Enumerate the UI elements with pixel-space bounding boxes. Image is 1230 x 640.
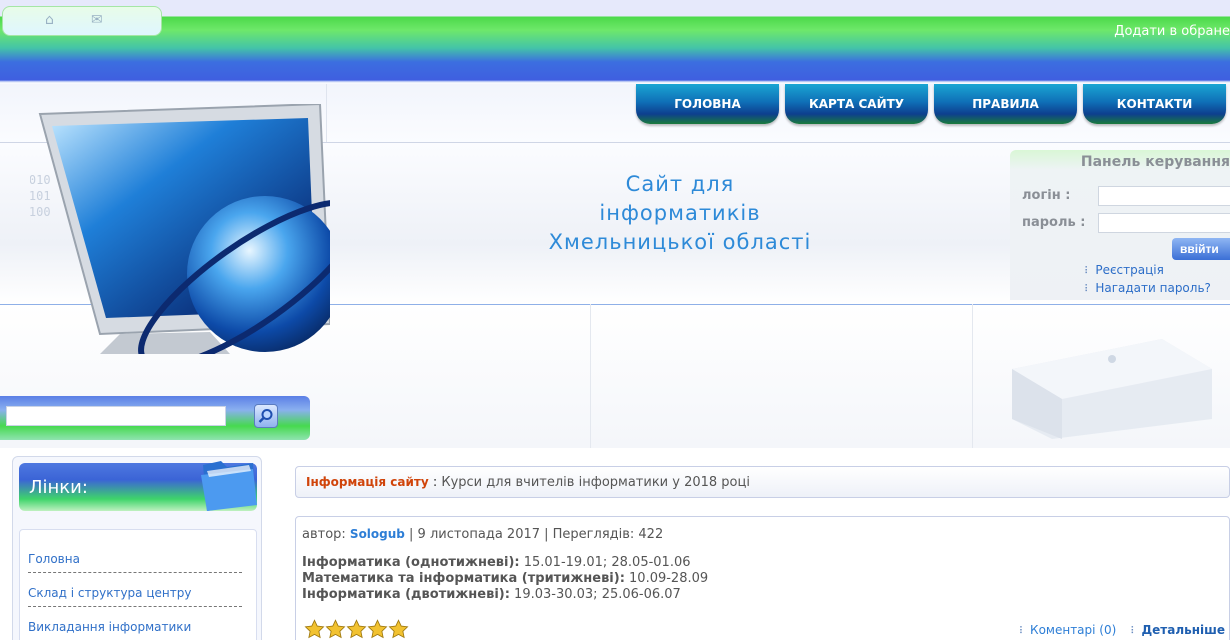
category-link[interactable]: Інформація сайту xyxy=(306,475,429,489)
post-date-views: | 9 листопада 2017 | Переглядів: 422 xyxy=(404,527,664,542)
news-post: автор: Sologub | 9 листопада 2017 | Пере… xyxy=(295,516,1230,640)
monitor-globe-illustration: 0101010 0010101 1010100 xyxy=(30,104,330,354)
post-line-label: Інформатика (однотижневі): xyxy=(302,555,520,570)
login-input[interactable] xyxy=(1098,186,1230,206)
star-icon[interactable] xyxy=(325,619,346,640)
site-title-line: інформатиків xyxy=(599,201,761,225)
sidebar-links-box: Головна Склад і структура центру Виклада… xyxy=(19,529,257,640)
svg-text:0101010: 0101010 xyxy=(30,173,51,187)
site-title-line: Сайт для xyxy=(625,172,735,196)
svg-text:0010101: 0010101 xyxy=(30,189,51,203)
banner-divider xyxy=(590,304,591,448)
sidebar-item-structure[interactable]: Склад і структура центру xyxy=(28,586,242,607)
sidebar-item-home[interactable]: Головна xyxy=(28,552,242,573)
nav-rules[interactable]: ПРАВИЛА xyxy=(934,84,1077,124)
nav-contacts[interactable]: КОНТАКТИ xyxy=(1083,84,1226,124)
news-title-bar: Інформація сайту : Курси для вчителів ін… xyxy=(295,466,1230,498)
comments-link[interactable]: Коментарі (0) xyxy=(1030,623,1116,637)
title-separator: : xyxy=(428,475,442,490)
login-panel: Панель керування логін : пароль : ввійти… xyxy=(1010,150,1230,300)
sidebar-title: Лінки: xyxy=(29,477,88,498)
quick-icons-box: ⌂ ✉ xyxy=(2,6,162,36)
nav-sitemap[interactable]: КАРТА САЙТУ xyxy=(785,84,928,124)
main-navigation: ГОЛОВНА КАРТА САЙТУ ПРАВИЛА КОНТАКТИ xyxy=(636,84,1226,124)
login-label: логін : xyxy=(1022,188,1071,203)
register-link-label: Реєстрація xyxy=(1095,263,1164,277)
post-line-value: 10.09-28.09 xyxy=(624,571,709,586)
search-bar xyxy=(0,396,310,440)
search-button[interactable] xyxy=(254,404,278,428)
register-link[interactable]: ⠇ Реєстрація xyxy=(1084,263,1164,277)
search-icon xyxy=(258,409,273,423)
star-icon[interactable] xyxy=(367,619,388,640)
post-line: Інформатика (однотижневі): 15.01-19.01; … xyxy=(302,555,708,571)
links-sidebar: Лінки: Головна Склад і структура центру … xyxy=(12,456,262,640)
post-line: Математика та інформатика (тритижневі): … xyxy=(302,571,708,587)
site-banner: 0101010 0010101 1010100 ГОЛОВНА КАРТА СА… xyxy=(0,84,1230,448)
post-line-label: Математика та інформатика (тритижневі): xyxy=(302,571,625,586)
login-panel-title: Панель керування xyxy=(1080,154,1230,170)
arrow-icon: ⠇ xyxy=(1084,266,1092,277)
arrow-icon: ⠇ xyxy=(1084,284,1092,295)
post-body: Інформатика (однотижневі): 15.01-19.01; … xyxy=(302,555,708,603)
post-meta: автор: Sologub | 9 листопада 2017 | Пере… xyxy=(302,527,663,542)
post-line-value: 15.01-19.01; 28.05-01.06 xyxy=(519,555,691,570)
post-line: Інформатика (двотижневі): 19.03-30.03; 2… xyxy=(302,587,708,603)
search-input[interactable] xyxy=(6,406,226,426)
star-icon[interactable] xyxy=(346,619,367,640)
site-title-line: Хмельницької області xyxy=(548,230,812,254)
star-icon[interactable] xyxy=(388,619,409,640)
password-label: пароль : xyxy=(1022,215,1086,230)
mail-icon[interactable]: ✉ xyxy=(91,12,103,28)
sidebar-item-teaching[interactable]: Викладання інформатики xyxy=(28,620,242,640)
arrow-icon: ⠇ xyxy=(1018,626,1027,637)
password-input[interactable] xyxy=(1098,213,1230,233)
site-title: Сайт для інформатиків Хмельницької облас… xyxy=(540,170,820,257)
rating-stars[interactable] xyxy=(304,619,409,640)
remind-password-link[interactable]: ⠇ Нагадати пароль? xyxy=(1084,281,1211,295)
svg-text:1010100: 1010100 xyxy=(30,205,51,219)
login-button[interactable]: ввійти xyxy=(1172,238,1230,260)
news-title-text[interactable]: Курси для вчителів інформатики у 2018 ро… xyxy=(441,475,750,490)
post-line-label: Інформатика (двотижневі): xyxy=(302,587,510,602)
author-link[interactable]: Sologub xyxy=(350,527,405,541)
banner-divider xyxy=(972,304,973,448)
author-prefix: автор: xyxy=(302,527,350,542)
remind-password-label: Нагадати пароль? xyxy=(1095,281,1211,295)
nav-home[interactable]: ГОЛОВНА xyxy=(636,84,779,124)
post-links: ⠇ Коментарі (0) ⠇ Детальніше xyxy=(1009,623,1225,637)
news-title: Інформація сайту : Курси для вчителів ін… xyxy=(306,475,750,490)
folder-icon xyxy=(201,461,257,511)
drive-illustration xyxy=(1012,339,1212,439)
star-icon[interactable] xyxy=(304,619,325,640)
details-link[interactable]: Детальніше xyxy=(1141,623,1225,637)
home-icon[interactable]: ⌂ xyxy=(45,12,54,28)
add-to-favorites-link[interactable]: Додати в обране xyxy=(1114,24,1230,39)
post-line-value: 19.03-30.03; 25.06-06.07 xyxy=(509,587,681,602)
top-header-band: ⌂ ✉ Додати в обране xyxy=(0,0,1230,84)
arrow-icon: ⠇ xyxy=(1130,626,1138,637)
